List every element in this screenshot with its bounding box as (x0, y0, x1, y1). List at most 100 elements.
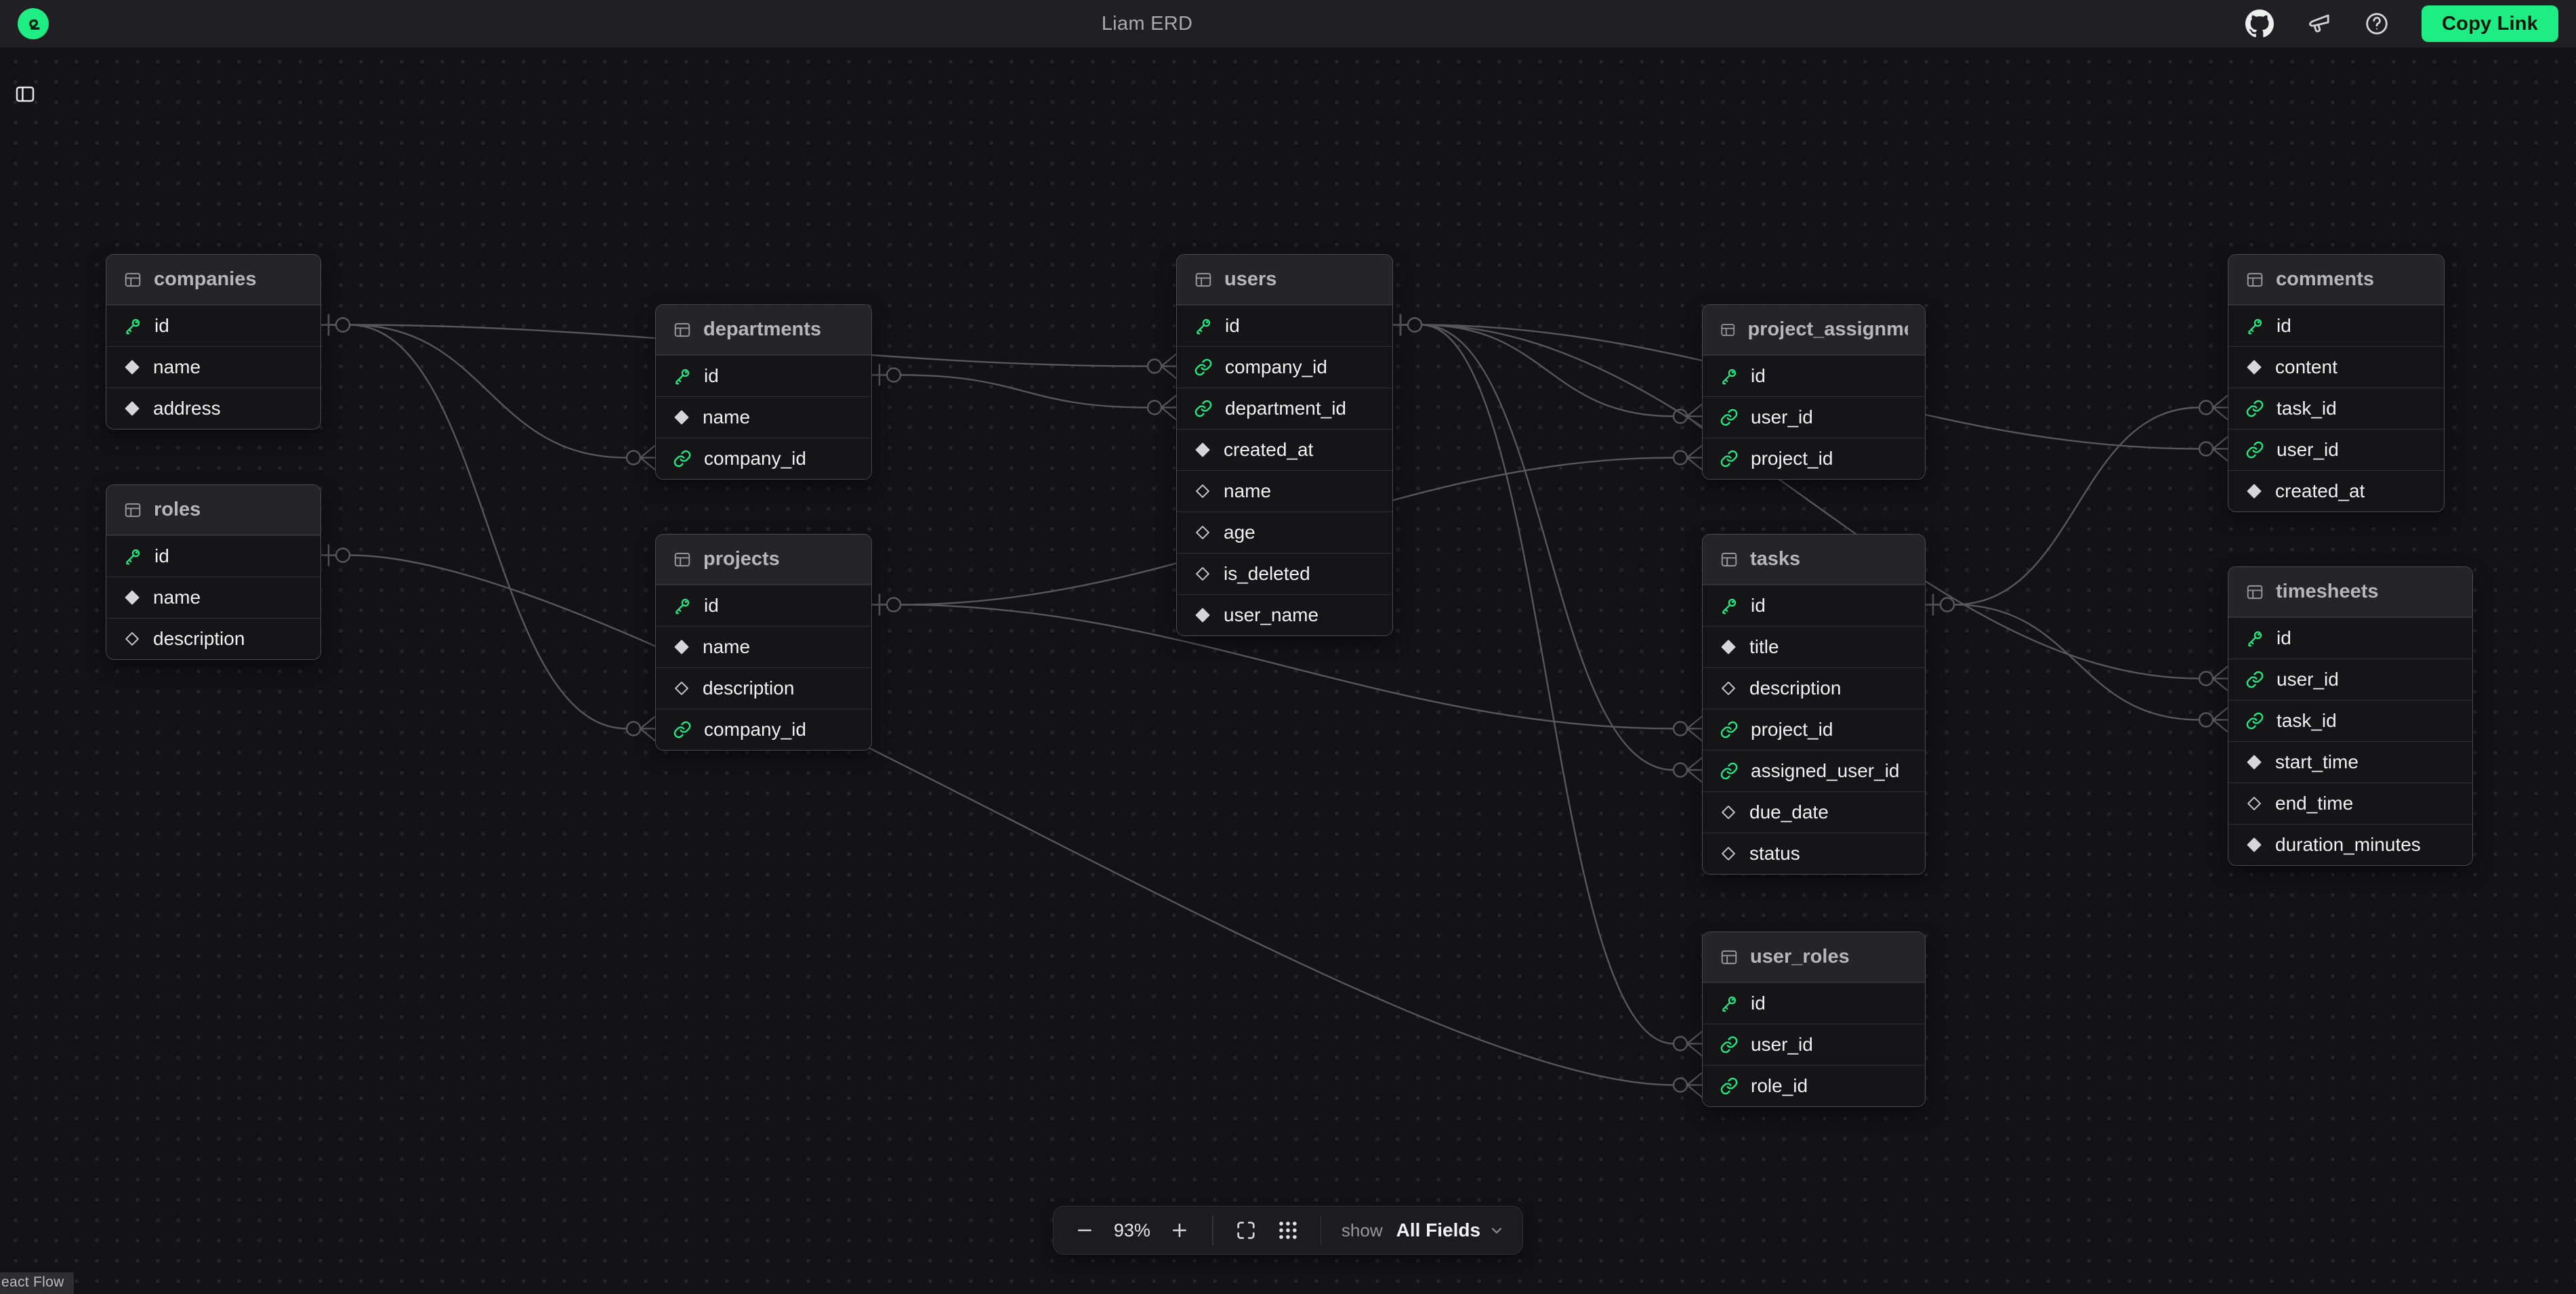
show-label: show (1342, 1220, 1383, 1241)
liam-logo[interactable] (18, 8, 49, 39)
table-node-users[interactable]: usersidcompany_iddepartment_idcreated_at… (1176, 254, 1393, 636)
key-icon (1194, 316, 1213, 335)
column-name: name (153, 587, 201, 608)
column-row-name: name (106, 346, 320, 388)
column-row-task_id: task_id (2228, 388, 2444, 429)
link-icon (673, 449, 692, 468)
diamond-filled-icon (673, 638, 690, 656)
table-node-user_roles[interactable]: user_rolesiduser_idrole_id (1702, 932, 1926, 1107)
table-header[interactable]: timesheets (2228, 567, 2472, 617)
link-icon (673, 720, 692, 739)
column-name: company_id (704, 448, 806, 469)
column-name: name (1224, 480, 1271, 502)
table-header[interactable]: companies (106, 255, 320, 305)
column-row-title: title (1703, 626, 1925, 667)
column-row-user_name: user_name (1177, 594, 1392, 635)
column-name: duration_minutes (2275, 834, 2421, 856)
link-icon (1720, 408, 1739, 427)
table-header[interactable]: projects (656, 535, 871, 585)
column-row-id: id (656, 355, 871, 396)
table-name: roles (154, 499, 201, 521)
key-icon (673, 367, 692, 385)
column-row-description: description (1703, 667, 1925, 709)
table-header[interactable]: comments (2228, 255, 2444, 305)
table-icon (673, 320, 692, 339)
table-header[interactable]: tasks (1703, 535, 1925, 585)
link-icon (2245, 440, 2264, 459)
table-icon (1720, 550, 1739, 569)
column-name: status (1749, 843, 1800, 864)
column-name: title (1749, 636, 1779, 658)
key-icon (673, 596, 692, 615)
show-fields-dropdown[interactable]: All Fields (1391, 1219, 1510, 1241)
diamond-filled-icon (1194, 606, 1211, 624)
help-icon (2363, 10, 2390, 37)
column-row-company_id: company_id (656, 438, 871, 479)
link-icon (1194, 358, 1213, 377)
table-node-projects[interactable]: projectsidnamedescriptioncompany_id (655, 534, 872, 751)
fit-view-icon (1234, 1219, 1257, 1242)
column-name: department_id (1225, 398, 1346, 419)
diamond-filled-icon (2245, 482, 2263, 500)
column-name: id (1751, 595, 1766, 617)
github-button[interactable] (2245, 9, 2274, 38)
table-header[interactable]: users (1177, 255, 1392, 305)
column-row-age: age (1177, 512, 1392, 553)
diamond-outline-icon (673, 680, 690, 697)
column-name: description (703, 677, 794, 699)
key-icon (123, 316, 142, 335)
announcements-button[interactable] (2305, 10, 2332, 37)
column-row-project_id: project_id (1703, 438, 1925, 479)
column-row-id: id (2228, 617, 2472, 659)
table-node-roles[interactable]: roles id name description (106, 484, 321, 660)
help-button[interactable] (2363, 10, 2390, 37)
sidebar-toggle-button[interactable] (8, 79, 42, 110)
zoom-out-button[interactable] (1066, 1211, 1104, 1249)
column-name: due_date (1749, 801, 1829, 823)
table-header[interactable]: user_roles (1703, 932, 1925, 982)
column-name: end_time (2275, 793, 2353, 814)
erd-canvas[interactable] (0, 47, 2576, 1294)
column-name: user_id (1751, 1034, 1813, 1056)
table-name: departments (703, 318, 821, 341)
diamond-outline-icon (1720, 680, 1737, 697)
column-name: task_id (2277, 710, 2337, 732)
copy-link-button[interactable]: Copy Link (2422, 5, 2558, 42)
table-icon (1720, 320, 1736, 339)
column-row-id: id (106, 535, 320, 577)
column-name: assigned_user_id (1751, 760, 1900, 782)
diamond-outline-icon (1720, 803, 1737, 821)
table-node-tasks[interactable]: tasksidtitledescriptionproject_idassigne… (1702, 534, 1926, 875)
table-name: timesheets (2276, 581, 2379, 603)
table-name: companies (154, 268, 257, 291)
fit-view-button[interactable] (1226, 1211, 1264, 1249)
table-node-timesheets[interactable]: timesheetsiduser_idtask_idstart_timeend_… (2228, 566, 2473, 866)
column-name: created_at (2275, 480, 2365, 502)
link-icon (1720, 1077, 1739, 1095)
reactflow-attribution[interactable]: eact Flow (0, 1272, 74, 1294)
show-fields-value: All Fields (1396, 1219, 1480, 1241)
table-header[interactable]: project_assignme... (1703, 305, 1925, 355)
table-header[interactable]: departments (656, 305, 871, 355)
table-node-companies[interactable]: companiesidnameaddress (106, 254, 321, 430)
column-name: task_id (2277, 398, 2337, 419)
column-row-end_time: end_time (2228, 782, 2472, 824)
column-row-company_id: company_id (1177, 346, 1392, 388)
table-node-comments[interactable]: commentsidcontenttask_iduser_idcreated_a… (2228, 254, 2445, 512)
zoom-in-button[interactable] (1161, 1211, 1199, 1249)
key-icon (1720, 596, 1739, 615)
zoom-level: 93% (1108, 1220, 1157, 1241)
column-name: description (153, 628, 245, 650)
column-row-id: id (2228, 305, 2444, 346)
diamond-outline-icon (1194, 565, 1211, 583)
table-node-project_assignments[interactable]: project_assignme...iduser_idproject_id (1702, 304, 1926, 480)
tidy-up-button[interactable] (1268, 1211, 1306, 1249)
diamond-filled-icon (1194, 441, 1211, 459)
table-node-departments[interactable]: departmentsidnamecompany_id (655, 304, 872, 480)
column-row-is_deleted: is_deleted (1177, 553, 1392, 594)
toolbar-divider (1212, 1215, 1213, 1245)
column-row-id: id (1703, 585, 1925, 626)
column-name: user_id (1751, 406, 1813, 428)
table-header[interactable]: roles (106, 485, 320, 535)
key-icon (2245, 629, 2264, 648)
